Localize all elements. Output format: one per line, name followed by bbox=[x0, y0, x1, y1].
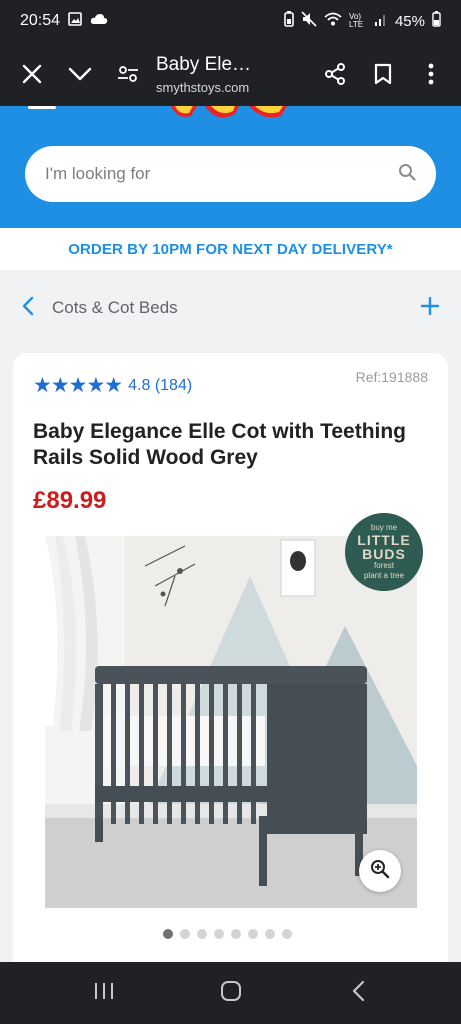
gallery-dot[interactable] bbox=[197, 929, 207, 939]
mute-icon bbox=[301, 11, 317, 31]
product-card: ★★★★★ 4.8 (184) Ref:191888 Baby Elegance… bbox=[13, 353, 448, 973]
search-icon[interactable] bbox=[398, 163, 416, 186]
badge-main-line1: LITTLE bbox=[357, 532, 411, 548]
little-buds-forest-badge: buy me LITTLE BUDS forest plant a tree bbox=[345, 513, 423, 591]
recent-apps-icon bbox=[93, 981, 115, 1006]
product-ref: Ref:191888 bbox=[355, 369, 428, 385]
browser-title-area[interactable]: Baby Ele… smythstoys.com bbox=[152, 54, 311, 95]
page-title: Baby Ele… bbox=[156, 53, 252, 75]
badge-bottom: plant a tree bbox=[363, 571, 405, 580]
back-icon bbox=[351, 980, 365, 1007]
share-icon[interactable] bbox=[311, 42, 359, 106]
product-title: Baby Elegance Elle Cot with Teething Rai… bbox=[33, 420, 407, 469]
home-button[interactable] bbox=[201, 973, 261, 1013]
product-image[interactable] bbox=[45, 536, 417, 908]
gallery-dot[interactable] bbox=[282, 929, 292, 939]
gallery-notification-icon bbox=[68, 11, 82, 31]
back-button[interactable] bbox=[328, 973, 388, 1013]
badge-sub: forest bbox=[373, 561, 394, 570]
product-price: £89.99 bbox=[33, 487, 107, 514]
system-nav-bar bbox=[0, 962, 461, 1024]
battery-icon bbox=[432, 11, 441, 31]
page-url: smythstoys.com bbox=[156, 79, 250, 95]
rating-text: 4.8 (184) bbox=[128, 376, 193, 394]
wifi-icon bbox=[324, 12, 342, 30]
recent-apps-button[interactable] bbox=[74, 973, 134, 1013]
site-logo[interactable] bbox=[165, 106, 293, 122]
browser-toolbar: Baby Ele… smythstoys.com bbox=[0, 42, 461, 106]
gallery-dot[interactable] bbox=[163, 929, 173, 939]
status-bar: 20:54 Vo) LTE 45% bbox=[0, 0, 461, 42]
search-placeholder: I'm looking for bbox=[45, 164, 151, 183]
gallery-dot[interactable] bbox=[248, 929, 258, 939]
menu-icon[interactable] bbox=[28, 106, 56, 110]
chevron-down-icon[interactable] bbox=[56, 42, 104, 106]
product-rating[interactable]: ★★★★★ 4.8 (184) bbox=[33, 373, 192, 398]
gallery-dot[interactable] bbox=[214, 929, 224, 939]
breadcrumb-label[interactable]: Cots & Cot Beds bbox=[52, 298, 421, 318]
site-header: I'm looking for bbox=[0, 106, 461, 228]
plus-icon[interactable] bbox=[420, 296, 440, 320]
status-time: 20:54 bbox=[20, 12, 61, 29]
cloud-notification-icon bbox=[90, 12, 108, 30]
gallery-dot[interactable] bbox=[231, 929, 241, 939]
gallery-dot[interactable] bbox=[180, 929, 190, 939]
chevron-left-icon[interactable] bbox=[22, 296, 34, 321]
search-input[interactable]: I'm looking for bbox=[25, 146, 436, 202]
delivery-banner[interactable]: ORDER BY 10PM FOR NEXT DAY DELIVERY* bbox=[0, 228, 461, 270]
tune-icon[interactable] bbox=[104, 42, 152, 106]
more-vert-icon[interactable] bbox=[407, 42, 455, 106]
rating-stars: ★★★★★ bbox=[33, 374, 123, 397]
gallery-dot[interactable] bbox=[265, 929, 275, 939]
bookmark-icon[interactable] bbox=[359, 42, 407, 106]
gallery-dots bbox=[163, 929, 292, 939]
breadcrumb: Cots & Cot Beds bbox=[0, 270, 461, 346]
zoom-button[interactable] bbox=[359, 850, 401, 892]
home-icon bbox=[220, 980, 242, 1007]
zoom-in-icon bbox=[370, 859, 390, 884]
signal-icon bbox=[374, 12, 388, 30]
close-icon[interactable] bbox=[8, 42, 56, 106]
network-type-label: Vo) LTE bbox=[348, 12, 364, 29]
badge-main-line2: BUDS bbox=[362, 546, 406, 562]
battery-level: 45% bbox=[394, 12, 425, 30]
battery-saver-icon bbox=[284, 11, 294, 31]
